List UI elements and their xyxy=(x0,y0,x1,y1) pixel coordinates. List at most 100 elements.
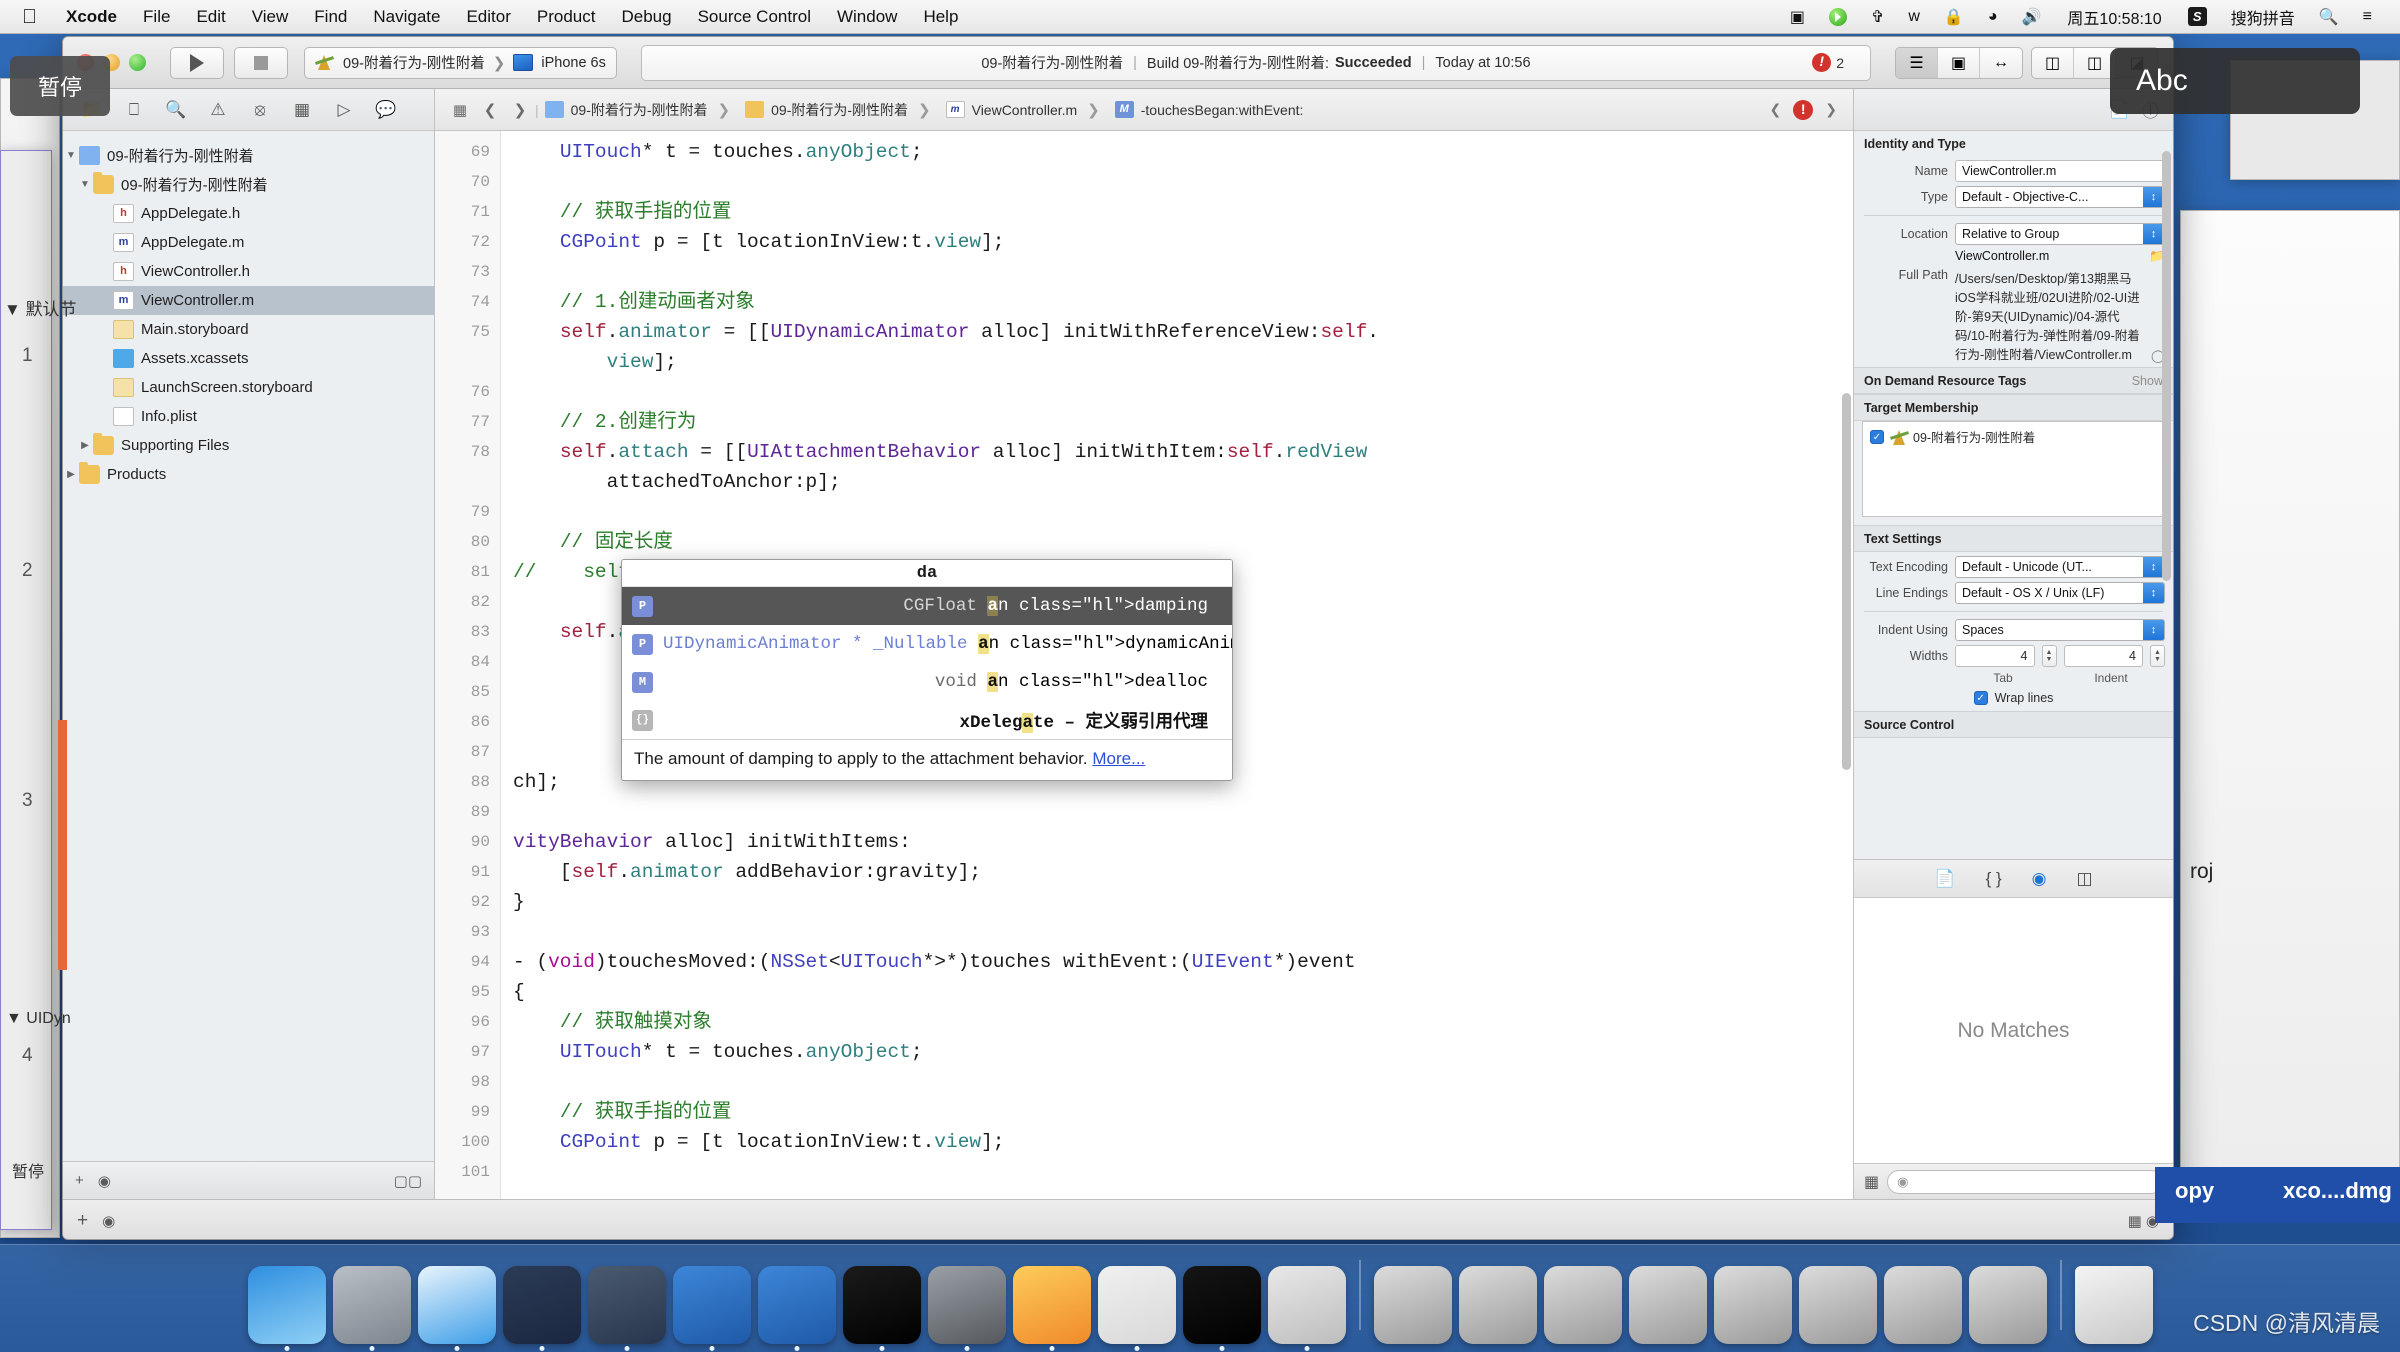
navigator-item-7[interactable]: Assets.xcassets xyxy=(63,344,434,373)
indent-width-input[interactable]: 4 xyxy=(2063,645,2143,667)
autocomplete-list[interactable]: P CGFloat an class="hl">damping P UIDynamic… xyxy=(622,587,1232,739)
code-line[interactable] xyxy=(513,257,1853,287)
code-line[interactable]: // 1.创建动画者对象 xyxy=(513,287,1853,317)
navigator-item-9[interactable]: Info.plist xyxy=(63,402,434,431)
code-line[interactable]: // 获取手指的位置 xyxy=(513,1097,1853,1127)
menu-item-xcode[interactable]: Xcode xyxy=(53,7,130,27)
code-line[interactable]: self.attach = [[UIAttachmentBehavior all… xyxy=(513,437,1853,467)
notification-center-icon[interactable]: ≡ xyxy=(2351,8,2384,26)
twisty-open-icon[interactable]: ▼ xyxy=(77,179,93,190)
scheme-selector[interactable]: 09-附着行为-刚性附着 ❯ iPhone 6s xyxy=(304,46,617,79)
code-line[interactable] xyxy=(513,167,1853,197)
twisty-closed-icon[interactable]: ▶ xyxy=(63,469,79,480)
code-line[interactable]: attachedToAnchor:p]; xyxy=(513,467,1853,497)
run-button[interactable] xyxy=(170,46,224,79)
file-template-library-icon[interactable]: 📄 xyxy=(1934,869,1955,889)
code-line[interactable] xyxy=(513,1067,1853,1097)
menu-item-find[interactable]: Find xyxy=(301,7,360,27)
source-control-navigator-icon[interactable]: ⎕ xyxy=(113,95,155,125)
search-navigator-icon[interactable]: 🔍 xyxy=(155,95,197,125)
menu-bar-clock[interactable]: 周五10:58:10 xyxy=(2053,5,2175,29)
indent-using-select[interactable]: Spaces ↕ xyxy=(1955,619,2165,641)
previous-issue-icon[interactable]: ❮ xyxy=(1770,101,1782,118)
dock-item-screens-6[interactable] xyxy=(1798,1266,1877,1344)
breadcrumb-method[interactable]: M -touchesBegan:withEvent: xyxy=(1109,101,1310,118)
dock-item-xcode-beta[interactable] xyxy=(757,1266,836,1351)
editor-mode-segment[interactable]: ☰ ▣ ↔ xyxy=(1895,46,2023,79)
dock-item-screens-7[interactable] xyxy=(1883,1266,1962,1344)
media-library-icon[interactable]: ◫ xyxy=(2077,869,2093,889)
input-method-badge-icon[interactable]: S xyxy=(2176,7,2219,26)
search-icon[interactable]: 🔍 xyxy=(2307,7,2351,27)
target-membership-list[interactable]: ✓ 09-附着行为-刚性附着 xyxy=(1862,421,2165,517)
dock-item-mouse-app[interactable] xyxy=(502,1266,581,1351)
autocomplete-item-1[interactable]: P UIDynamicAnimator * _Nullable an class=… xyxy=(622,625,1232,663)
apple-logo-icon[interactable]:  xyxy=(22,7,37,27)
issue-navigator-icon[interactable]: ⚠ xyxy=(197,95,239,125)
odr-show-button[interactable]: Show xyxy=(2132,374,2163,388)
text-encoding-select[interactable]: Default - Unicode (UT... ↕ xyxy=(1955,556,2165,578)
activity-status-bar[interactable]: 09-附着行为-刚性附着 | Build 09-附着行为-刚性附着: Succe… xyxy=(640,44,1871,81)
filter-icon[interactable]: ◉ xyxy=(98,1172,111,1190)
dock-item-paw[interactable] xyxy=(1097,1266,1176,1351)
code-line[interactable] xyxy=(513,497,1853,527)
input-method-label[interactable]: 搜狗拼音 xyxy=(2219,5,2307,29)
report-navigator-icon[interactable]: 💬 xyxy=(365,95,407,125)
code-line[interactable]: // 获取触摸对象 xyxy=(513,1007,1853,1037)
breadcrumb-group[interactable]: 09-附着行为-刚性附着 ❯ xyxy=(739,100,939,120)
breadcrumb-file[interactable]: m ViewController.m ❯ xyxy=(940,101,1109,119)
menu-item-edit[interactable]: Edit xyxy=(183,7,238,27)
autocomplete-popup[interactable]: da P CGFloat an class="hl">damping P UIDyna… xyxy=(621,559,1233,781)
tab-width-input[interactable]: 4 xyxy=(1955,645,2035,667)
go-back-icon[interactable]: ❮ xyxy=(475,101,505,119)
autocomplete-more-link[interactable]: More... xyxy=(1092,749,1145,768)
menu-item-navigate[interactable]: Navigate xyxy=(360,7,453,27)
project-navigator-tree[interactable]: ▼ 09-附着行为-刚性附着 ▼ 09-附着行为-刚性附着 h AppDelegate.h… xyxy=(63,131,434,1161)
code-line[interactable]: // 固定长度 xyxy=(513,527,1853,557)
line-endings-select[interactable]: Default - OS X / Unix (LF) ↕ xyxy=(1955,582,2165,604)
tab-width-stepper[interactable]: ▲ ▼ xyxy=(2041,645,2057,667)
version-editor-icon[interactable]: ↔ xyxy=(1980,48,2022,78)
dock-item-xcode[interactable] xyxy=(672,1266,751,1351)
issue-badge[interactable]: ! 2 xyxy=(1812,53,1844,72)
issue-error-icon[interactable]: ! xyxy=(1793,99,1814,120)
standard-editor-icon[interactable]: ☰ xyxy=(1896,47,1938,78)
toggle-navigator-icon[interactable]: ◫ xyxy=(2032,47,2074,78)
stop-button[interactable] xyxy=(234,46,288,79)
code-line[interactable] xyxy=(513,797,1853,827)
volume-icon[interactable]: 🔊 xyxy=(2010,7,2054,27)
breadcrumb-project[interactable]: 09-附着行为-刚性附着 ❯ xyxy=(539,100,739,120)
dock-item-screens-5[interactable] xyxy=(1713,1266,1792,1344)
add-icon[interactable]: + xyxy=(75,1172,84,1189)
next-issue-icon[interactable]: ❯ xyxy=(1825,101,1837,118)
go-forward-icon[interactable]: ❯ xyxy=(505,101,535,119)
related-items-icon[interactable]: ▦ xyxy=(445,101,475,119)
dock-item-screens-1[interactable] xyxy=(1373,1266,1452,1344)
code-line[interactable]: view]; xyxy=(513,347,1853,377)
navigator-item-1[interactable]: ▼ 09-附着行为-刚性附着 xyxy=(63,170,434,199)
code-line[interactable]: UITouch* t = touches.anyObject; xyxy=(513,137,1853,167)
menu-item-help[interactable]: Help xyxy=(910,7,971,27)
editor-vertical-scrollbar[interactable] xyxy=(1842,141,1851,1189)
test-navigator-icon[interactable]: ⦻ xyxy=(239,95,281,125)
dock-item-sketch[interactable] xyxy=(1012,1266,1091,1351)
menu-item-editor[interactable]: Editor xyxy=(453,7,523,27)
checkbox-checked-icon[interactable]: ✓ xyxy=(1870,429,1884,444)
assistant-editor-icon[interactable]: ▣ xyxy=(1938,47,1980,78)
twisty-closed-icon[interactable]: ▶ xyxy=(77,440,93,451)
dock-item-trash[interactable] xyxy=(2074,1266,2153,1344)
menu-item-source-control[interactable]: Source Control xyxy=(685,7,824,27)
autocomplete-item-2[interactable]: Mvoid an class="hl">dealloc xyxy=(622,663,1232,701)
navigator-item-4[interactable]: h ViewController.h xyxy=(63,257,434,286)
code-line[interactable]: self.animator = [[UIDynamicAnimator allo… xyxy=(513,317,1853,347)
filter-icon[interactable]: ◉ xyxy=(102,1212,115,1230)
dock-item-launchpad[interactable] xyxy=(332,1266,411,1351)
navigator-item-6[interactable]: Main.storyboard xyxy=(63,315,434,344)
bluetooth-icon[interactable]: w xyxy=(1896,8,1932,26)
code-snippet-library-icon[interactable]: { } xyxy=(1986,869,2002,889)
inspector-scrollbar[interactable] xyxy=(2162,137,2171,853)
navigator-item-3[interactable]: m AppDelegate.m xyxy=(63,228,434,257)
type-select[interactable]: Default - Objective-C... ↕ xyxy=(1955,186,2165,208)
dock-item-screens-4[interactable] xyxy=(1628,1266,1707,1344)
target-membership-item[interactable]: ✓ 09-附着行为-刚性附着 xyxy=(1863,422,2164,451)
